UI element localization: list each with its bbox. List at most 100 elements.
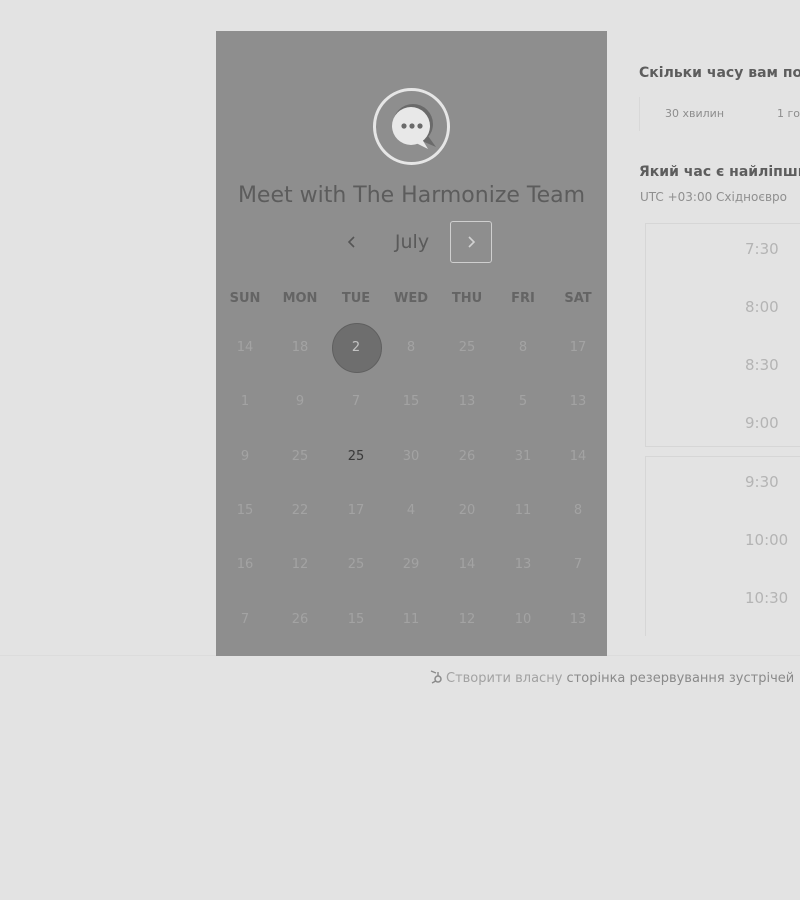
calendar-day[interactable]: 4 — [383, 484, 439, 538]
calendar-day-number: 25 — [347, 557, 365, 572]
previous-month-button[interactable] — [332, 221, 372, 263]
calendar-day-number: 30 — [402, 449, 420, 464]
calendar-day-number: 25 — [458, 340, 476, 355]
calendar-day[interactable]: 9 — [272, 375, 328, 429]
time-question: Який час є найліпши — [639, 164, 800, 180]
weekday-label: TUE — [341, 291, 371, 306]
calendar-day-number: 15 — [236, 503, 254, 518]
calendar-day-number: 10 — [514, 612, 532, 627]
chat-bubble-icon — [392, 104, 436, 149]
calendar-day[interactable]: 25 — [272, 430, 328, 484]
calendar-day[interactable]: 16 — [217, 538, 273, 592]
duration-options: 30 хвилин 1 год — [639, 97, 800, 131]
calendar-day[interactable]: 18 — [272, 321, 328, 375]
weekday-label: SAT — [564, 291, 592, 306]
time-slot[interactable]: 9:30 — [745, 473, 800, 491]
calendar-day-number: 25 — [291, 449, 309, 464]
calendar-day[interactable]: 30 — [383, 430, 439, 484]
time-slot-group: 7:30 8:00 8:30 9:00 — [645, 223, 800, 447]
calendar-day[interactable]: 7 — [328, 375, 384, 429]
calendar-day-number: 12 — [458, 612, 476, 627]
footer-prefix: Створити власну — [446, 671, 563, 686]
calendar-day-number: 15 — [347, 612, 365, 627]
calendar-day-number: 8 — [518, 340, 528, 355]
calendar-day-number: 7 — [573, 557, 583, 572]
calendar-day[interactable]: 11 — [495, 484, 551, 538]
calendar-day[interactable]: 14 — [439, 538, 495, 592]
calendar-day-available[interactable]: 25 — [328, 430, 384, 484]
calendar-day-number: 2 — [351, 340, 361, 355]
calendar-day[interactable]: 13 — [550, 593, 606, 647]
calendar-day[interactable]: 13 — [550, 375, 606, 429]
time-slot[interactable]: 8:30 — [745, 356, 800, 374]
calendar-day-number: 26 — [291, 612, 309, 627]
weekday-label: FRI — [511, 291, 535, 306]
calendar-day[interactable]: 15 — [217, 484, 273, 538]
calendar-day-number: 14 — [569, 449, 587, 464]
calendar-day-selected[interactable]: 2 — [328, 321, 384, 375]
calendar-day-number: 17 — [347, 503, 365, 518]
scheduler-panel: Скільки часу вам пот 30 хвилин 1 год Яки… — [625, 31, 800, 656]
calendar-day[interactable]: 15 — [383, 375, 439, 429]
time-slot[interactable]: 8:00 — [745, 298, 800, 316]
weekday-label: MON — [282, 291, 318, 306]
calendar-day-number: 14 — [458, 557, 476, 572]
chevron-right-icon — [468, 236, 476, 248]
calendar-day[interactable]: 8 — [495, 321, 551, 375]
calendar-day[interactable]: 7 — [217, 593, 273, 647]
calendar-day-number: 29 — [402, 557, 420, 572]
calendar-day[interactable]: 26 — [439, 430, 495, 484]
duration-question: Скільки часу вам пот — [639, 65, 800, 81]
calendar-day[interactable]: 17 — [550, 321, 606, 375]
calendar-day[interactable]: 25 — [439, 321, 495, 375]
time-slot[interactable]: 9:00 — [745, 414, 800, 432]
month-label: July — [394, 231, 430, 253]
next-month-button[interactable] — [450, 221, 492, 263]
weekday-label: THU — [451, 291, 483, 306]
time-slot-group: 9:30 10:00 10:30 — [645, 456, 800, 636]
calendar-day[interactable]: 1 — [217, 375, 273, 429]
calendar-day[interactable]: 12 — [272, 538, 328, 592]
timezone-selector[interactable]: UTC +03:00 Східноєвро — [640, 190, 787, 204]
time-slot[interactable]: 10:00 — [745, 531, 800, 549]
calendar-day[interactable]: 8 — [383, 321, 439, 375]
calendar-day-number: 5 — [518, 394, 528, 409]
calendar-day[interactable]: 17 — [328, 484, 384, 538]
calendar-day-number: 16 — [236, 557, 254, 572]
calendar-day[interactable]: 20 — [439, 484, 495, 538]
calendar-day[interactable]: 15 — [328, 593, 384, 647]
calendar-day-number: 13 — [458, 394, 476, 409]
chevron-left-icon — [347, 236, 355, 248]
calendar-day[interactable]: 12 — [439, 593, 495, 647]
time-slot[interactable]: 10:30 — [745, 589, 800, 607]
weekday-header: SUN MON TUE WED THU FRI SAT — [216, 291, 607, 311]
meeting-title: Meet with The Harmonize Team — [237, 183, 586, 208]
calendar-day[interactable]: 9 — [217, 430, 273, 484]
calendar-day[interactable]: 13 — [495, 538, 551, 592]
avatar — [373, 88, 450, 165]
calendar-day[interactable]: 14 — [217, 321, 273, 375]
calendar-day[interactable]: 5 — [495, 375, 551, 429]
calendar-day[interactable]: 31 — [495, 430, 551, 484]
booking-page-link[interactable]: сторінка резервування зустрічей — [567, 671, 795, 686]
calendar-day-number: 22 — [291, 503, 309, 518]
calendar-day[interactable]: 25 — [328, 538, 384, 592]
calendar-day[interactable]: 8 — [550, 484, 606, 538]
calendar-day[interactable]: 14 — [550, 430, 606, 484]
calendar-day-number: 17 — [569, 340, 587, 355]
duration-option-1h[interactable]: 1 год — [777, 107, 800, 120]
calendar-day[interactable]: 11 — [383, 593, 439, 647]
calendar-day[interactable]: 26 — [272, 593, 328, 647]
calendar-day-number: 1 — [240, 394, 250, 409]
calendar-day[interactable]: 7 — [550, 538, 606, 592]
calendar-day-number: 25 — [347, 449, 365, 464]
time-slot[interactable]: 7:30 — [745, 240, 800, 258]
duration-option-30min[interactable]: 30 хвилин — [665, 107, 724, 120]
hubspot-sprocket-icon — [430, 670, 442, 684]
month-navigation: July — [216, 221, 607, 265]
calendar-day[interactable]: 29 — [383, 538, 439, 592]
calendar-day[interactable]: 10 — [495, 593, 551, 647]
calendar-day-number: 20 — [458, 503, 476, 518]
calendar-day[interactable]: 22 — [272, 484, 328, 538]
calendar-day[interactable]: 13 — [439, 375, 495, 429]
